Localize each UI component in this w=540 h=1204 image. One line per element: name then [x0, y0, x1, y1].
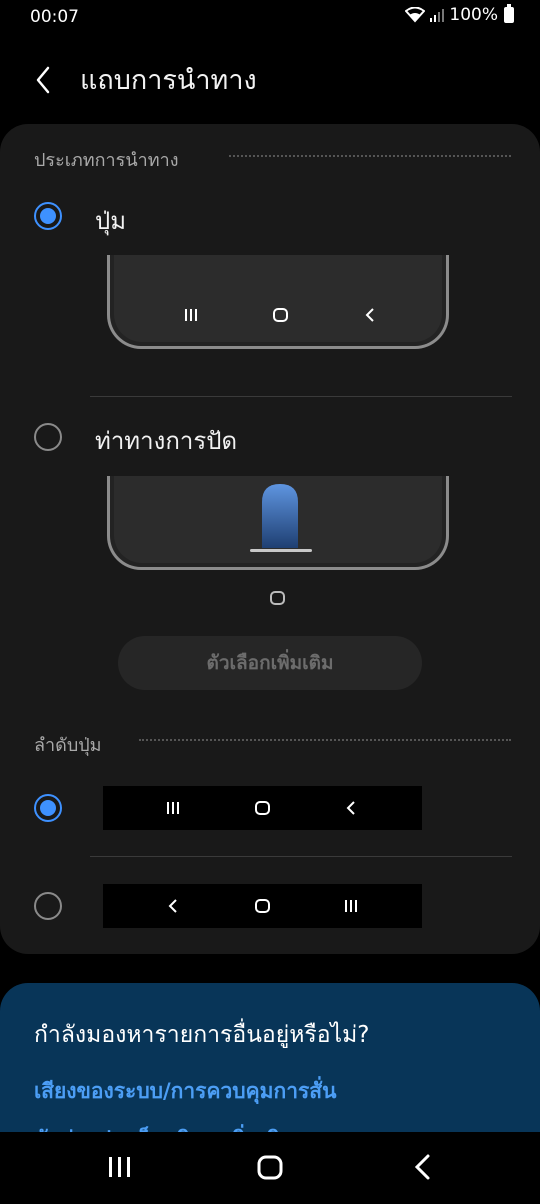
back-icon — [365, 308, 374, 322]
option-swipe-gestures-label: ท่าทางการปัด — [95, 427, 238, 455]
order-2-icons — [168, 899, 357, 913]
suggestion-link-sound-vibration[interactable]: เสียงของระบบ/การควบคุมการสั่น — [34, 1075, 336, 1108]
signal-icon — [430, 9, 445, 22]
home-icon — [255, 801, 270, 815]
home-icon — [270, 591, 285, 605]
system-navigation-bar — [0, 1132, 540, 1200]
suggestions-card: กำลังมองหารายการอื่นอยู่หรือไม่? เสียงขอ… — [0, 983, 540, 1133]
option-buttons-label: ปุ่ม — [95, 207, 127, 235]
section-divider — [139, 739, 511, 741]
home-icon — [273, 308, 288, 322]
home-icon — [257, 1155, 283, 1180]
more-options-label: ตัวเลือกเพิ่มเติม — [206, 652, 334, 674]
swipe-up-illustration — [250, 484, 312, 552]
back-button[interactable] — [26, 56, 62, 96]
battery-icon — [504, 4, 514, 23]
gestures-preview[interactable] — [107, 476, 449, 570]
suggestions-title: กำลังมองหารายการอื่นอยู่หรือไม่? — [34, 1022, 370, 1048]
battery-percent: 100% — [449, 5, 498, 25]
back-icon — [168, 899, 177, 913]
section-divider — [229, 155, 511, 157]
preview-nav-icons — [185, 308, 374, 322]
button-order-preview-2 — [103, 884, 422, 928]
back-icon — [346, 801, 355, 815]
recents-icon — [185, 309, 197, 321]
system-nav-icons — [109, 1154, 430, 1180]
section-title-navigation-type: ประเภทการนำทาง — [34, 150, 179, 171]
radio-button-order-1[interactable] — [34, 794, 62, 822]
app-header: แถบการนำทาง — [0, 48, 540, 104]
section-title-button-order: ลำดับปุ่ม — [34, 735, 102, 756]
back-icon — [414, 1154, 430, 1180]
navigation-settings-card: ประเภทการนำทาง ปุ่ม ท่าทางการปัด ตัวเลือ… — [0, 124, 540, 954]
divider — [90, 396, 512, 397]
button-order-preview-1 — [103, 786, 422, 830]
buttons-preview-screen — [114, 255, 442, 342]
radio-buttons[interactable] — [34, 202, 62, 230]
wifi-icon — [405, 7, 426, 23]
status-icons: 100% — [405, 4, 514, 25]
divider — [90, 856, 512, 857]
radio-button-order-2[interactable] — [34, 892, 62, 920]
page-title: แถบการนำทาง — [80, 65, 257, 96]
radio-swipe-gestures[interactable] — [34, 423, 62, 451]
status-bar: 00:07 100% — [0, 0, 540, 34]
recents-icon — [167, 802, 179, 814]
status-time: 00:07 — [30, 7, 79, 27]
order-1-icons — [167, 801, 355, 815]
more-options-button[interactable]: ตัวเลือกเพิ่มเติม — [118, 636, 422, 690]
home-icon — [255, 899, 270, 913]
recents-icon — [109, 1157, 130, 1177]
gestures-preview-screen — [114, 476, 442, 563]
chevron-left-icon — [36, 66, 50, 94]
buttons-preview[interactable] — [107, 255, 449, 349]
recents-icon — [345, 900, 357, 912]
